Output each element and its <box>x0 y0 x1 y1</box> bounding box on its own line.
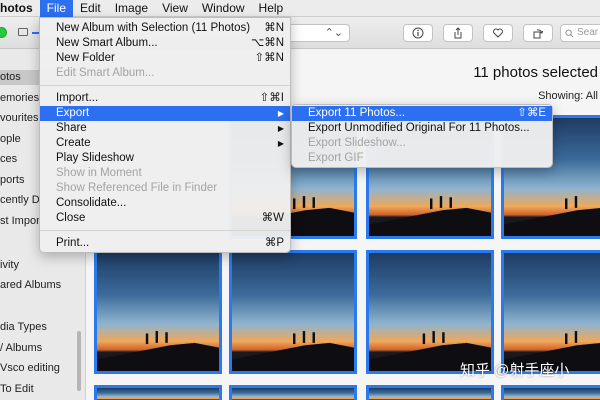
menu-item-new-folder[interactable]: New Folder ⇧⌘N <box>40 51 290 66</box>
album-stepper[interactable]: ⌃⌄ <box>290 24 350 42</box>
photo-thumbnail[interactable] <box>229 385 357 400</box>
sidebar-toggle-icon[interactable] <box>18 28 28 36</box>
menu-item-label: Export <box>56 107 90 119</box>
sunset-silhouette <box>232 330 354 371</box>
info-icon <box>412 27 424 39</box>
sunset-silhouette <box>369 195 491 236</box>
menu-item-show-referenced-file: Show Referenced File in Finder <box>40 181 290 196</box>
heart-icon <box>493 28 503 38</box>
menu-separator <box>40 230 290 231</box>
sidebar-item-media-types[interactable]: dia Types <box>0 320 47 335</box>
photo-thumbnail[interactable] <box>501 385 600 400</box>
menu-item-close[interactable]: Close ⌘W <box>40 211 290 226</box>
menu-item-new-album-with-selection[interactable]: New Album with Selection (11 Photos) ⌘N <box>40 21 290 36</box>
sunset-silhouette <box>97 330 219 371</box>
menu-image[interactable]: Image <box>108 0 155 17</box>
menu-item-export-unmodified-original[interactable]: Export Unmodified Original For 11 Photos… <box>292 121 552 136</box>
share-button[interactable] <box>443 24 473 42</box>
photo-thumbnail[interactable] <box>501 250 600 374</box>
menu-item-print[interactable]: Print... ⌘P <box>40 236 290 251</box>
sidebar-item-last-import[interactable]: st Impor <box>0 214 40 229</box>
photo-thumbnail[interactable] <box>366 385 494 400</box>
menu-edit[interactable]: Edit <box>73 0 108 17</box>
menu-item-label: New Album with Selection (11 Photos) <box>56 22 251 34</box>
photo-thumbnail[interactable] <box>94 250 222 374</box>
zoom-window-button[interactable] <box>0 27 7 38</box>
menu-bar: Photos File Edit Image View Window Help <box>0 0 600 17</box>
export-submenu: Export 11 Photos... ⇧⌘E Export Unmodified… <box>291 104 553 168</box>
menu-help[interactable]: Help <box>252 0 291 17</box>
watermark: 知乎 @射手座小 <box>460 362 570 379</box>
search-icon <box>565 28 574 37</box>
menu-item-label: Play Slideshow <box>56 152 134 164</box>
menu-item-play-slideshow[interactable]: Play Slideshow <box>40 151 290 166</box>
menu-item-label: Show in Moment <box>56 167 142 179</box>
menu-item-label: Export Unmodified Original For 11 Photos… <box>308 122 530 134</box>
menu-app-photos[interactable]: Photos <box>0 0 40 17</box>
photo-thumbnail[interactable] <box>366 250 494 374</box>
menu-item-label: Close <box>56 212 86 224</box>
menu-item-label: New Smart Album... <box>56 37 158 49</box>
sidebar-item-people[interactable]: ople <box>0 132 21 147</box>
submenu-arrow-icon: ▶ <box>277 109 284 118</box>
menu-item-label: Export GIF <box>308 152 364 164</box>
search-placeholder: Sear <box>577 27 599 38</box>
menu-item-label: Share <box>56 122 87 134</box>
menu-item-label: Edit Smart Album... <box>56 67 155 79</box>
sidebar-item-favourites[interactable]: vourites <box>0 111 39 126</box>
menu-item-export-gif: Export GIF <box>292 151 552 166</box>
menu-item-share[interactable]: Share ▶ <box>40 121 290 136</box>
menu-item-shortcut: ⌘N <box>264 22 284 34</box>
menu-item-export[interactable]: Export ▶ <box>40 106 290 121</box>
sidebar-item-places[interactable]: ces <box>0 152 17 167</box>
favorite-button[interactable] <box>483 24 513 42</box>
search-field[interactable]: Sear <box>560 24 600 42</box>
submenu-arrow-icon: ▶ <box>277 139 284 148</box>
info-button[interactable] <box>403 24 433 42</box>
sidebar-item-imports[interactable]: ports <box>0 173 24 188</box>
menu-item-label: Export Slideshow... <box>308 137 406 149</box>
sunset-silhouette <box>504 195 600 236</box>
menu-item-consolidate[interactable]: Consolidate... <box>40 196 290 211</box>
menu-item-label: New Folder <box>56 52 115 64</box>
menu-item-export-photos[interactable]: Export 11 Photos... ⇧⌘E <box>292 106 552 121</box>
sidebar-item-activity[interactable]: ivity <box>0 258 19 273</box>
menu-item-shortcut: ⌘W <box>261 212 284 224</box>
rotate-icon <box>533 29 543 39</box>
rotate-button[interactable] <box>523 24 553 42</box>
menu-separator <box>40 85 290 86</box>
photo-thumbnail[interactable] <box>94 385 222 400</box>
photo-thumbnail[interactable] <box>229 250 357 374</box>
menu-item-label: Export 11 Photos... <box>308 107 405 119</box>
menu-item-shortcut: ⇧⌘E <box>517 107 546 119</box>
menu-item-label: Consolidate... <box>56 197 127 209</box>
menu-file[interactable]: File <box>39 0 74 17</box>
menu-item-shortcut: ⇧⌘I <box>259 92 284 104</box>
sidebar-item-recently-deleted[interactable]: cently D <box>0 193 40 208</box>
sidebar-item-shared-albums[interactable]: ared Albums <box>0 278 61 293</box>
menu-item-edit-smart-album: Edit Smart Album... <box>40 66 290 81</box>
sidebar-item-memories[interactable]: emories <box>0 91 39 106</box>
menu-item-export-slideshow: Export Slideshow... <box>292 136 552 151</box>
menu-item-shortcut: ⌥⌘N <box>250 37 284 49</box>
sidebar-scrollbar[interactable] <box>77 331 81 391</box>
share-icon <box>454 27 462 39</box>
file-menu: New Album with Selection (11 Photos) ⌘N N… <box>39 17 291 253</box>
menu-item-show-in-moment: Show in Moment <box>40 166 290 181</box>
menu-item-label: Print... <box>56 237 90 249</box>
menu-item-label: Import... <box>56 92 99 104</box>
menu-item-shortcut: ⇧⌘N <box>254 52 284 64</box>
menu-item-label: Show Referenced File in Finder <box>56 182 218 194</box>
menu-item-shortcut: ⌘P <box>264 237 284 249</box>
menu-item-new-smart-album[interactable]: New Smart Album... ⌥⌘N <box>40 36 290 51</box>
sidebar-item-my-albums[interactable]: / Albums <box>0 341 42 356</box>
menu-item-create[interactable]: Create ▶ <box>40 136 290 151</box>
menu-view[interactable]: View <box>155 0 195 17</box>
menu-item-import[interactable]: Import... ⇧⌘I <box>40 91 290 106</box>
menu-item-label: Create <box>56 137 91 149</box>
submenu-arrow-icon: ▶ <box>277 124 284 133</box>
menu-window[interactable]: Window <box>195 0 252 17</box>
sidebar-item-to-edit[interactable]: To Edit <box>0 382 34 397</box>
sidebar-item-vsco-editing[interactable]: Vsco editing <box>0 361 60 376</box>
